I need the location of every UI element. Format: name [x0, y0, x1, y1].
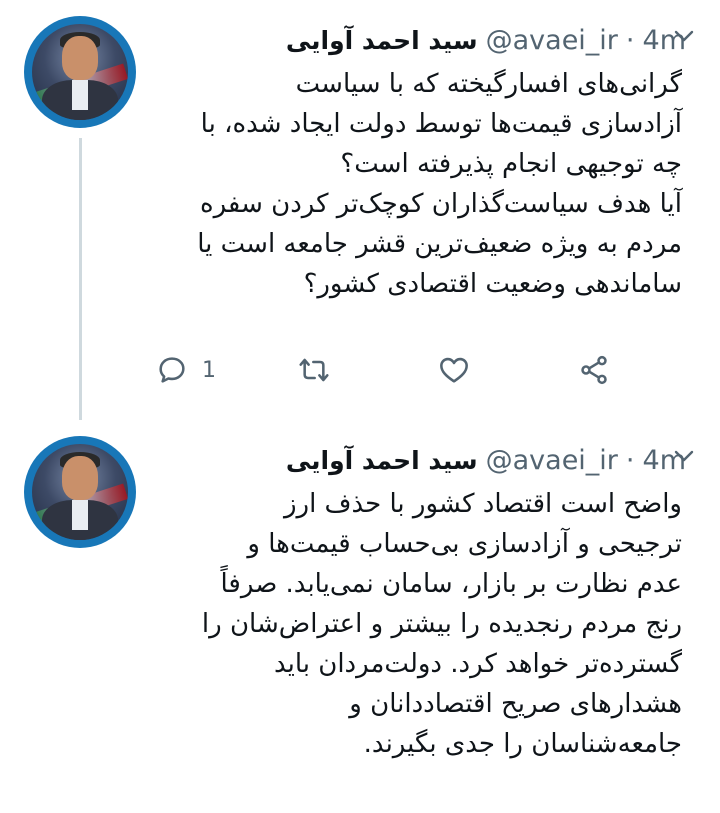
retweet-icon: [299, 358, 329, 382]
reply-icon: [159, 357, 185, 383]
heart-icon: [440, 357, 468, 383]
reply-button[interactable]: 1: [156, 354, 216, 386]
avatar[interactable]: [24, 16, 136, 128]
header-separator: ·: [625, 24, 635, 56]
tweet-header: سید احمد آوایی @avaei_ir · 4m: [286, 440, 686, 480]
header-separator: ·: [625, 444, 635, 476]
like-button[interactable]: [438, 354, 470, 386]
retweet-button[interactable]: [298, 354, 330, 386]
chevron-down-icon[interactable]: [672, 444, 696, 468]
chevron-down-icon[interactable]: [672, 24, 696, 48]
tweet-text: گرانی‌های افسارگیخته که با سیاست آزادساز…: [197, 69, 682, 299]
share-button[interactable]: [578, 354, 610, 386]
tweet-text: واضح است اقتصاد کشور با حذف ارز ترجیحی و…: [201, 489, 682, 759]
author-display-name[interactable]: سید احمد آوایی: [286, 26, 478, 55]
tweet-actions: 1: [156, 348, 626, 392]
thread-connector-line: [79, 138, 82, 420]
author-handle[interactable]: @avaei_ir: [486, 25, 618, 56]
tweet[interactable]: سید احمد آوایی @avaei_ir · 4m گرانی‌های …: [0, 0, 720, 420]
avatar[interactable]: [24, 436, 136, 548]
tweet-header: سید احمد آوایی @avaei_ir · 4m: [286, 20, 686, 60]
reply-count: 1: [202, 357, 216, 383]
tweet[interactable]: سید احمد آوایی @avaei_ir · 4m واضح است ا…: [0, 420, 720, 813]
avatar-photo: [32, 444, 128, 540]
author-handle[interactable]: @avaei_ir: [486, 445, 618, 476]
avatar-photo: [32, 24, 128, 120]
share-icon: [581, 355, 607, 385]
author-display-name[interactable]: سید احمد آوایی: [286, 446, 478, 475]
